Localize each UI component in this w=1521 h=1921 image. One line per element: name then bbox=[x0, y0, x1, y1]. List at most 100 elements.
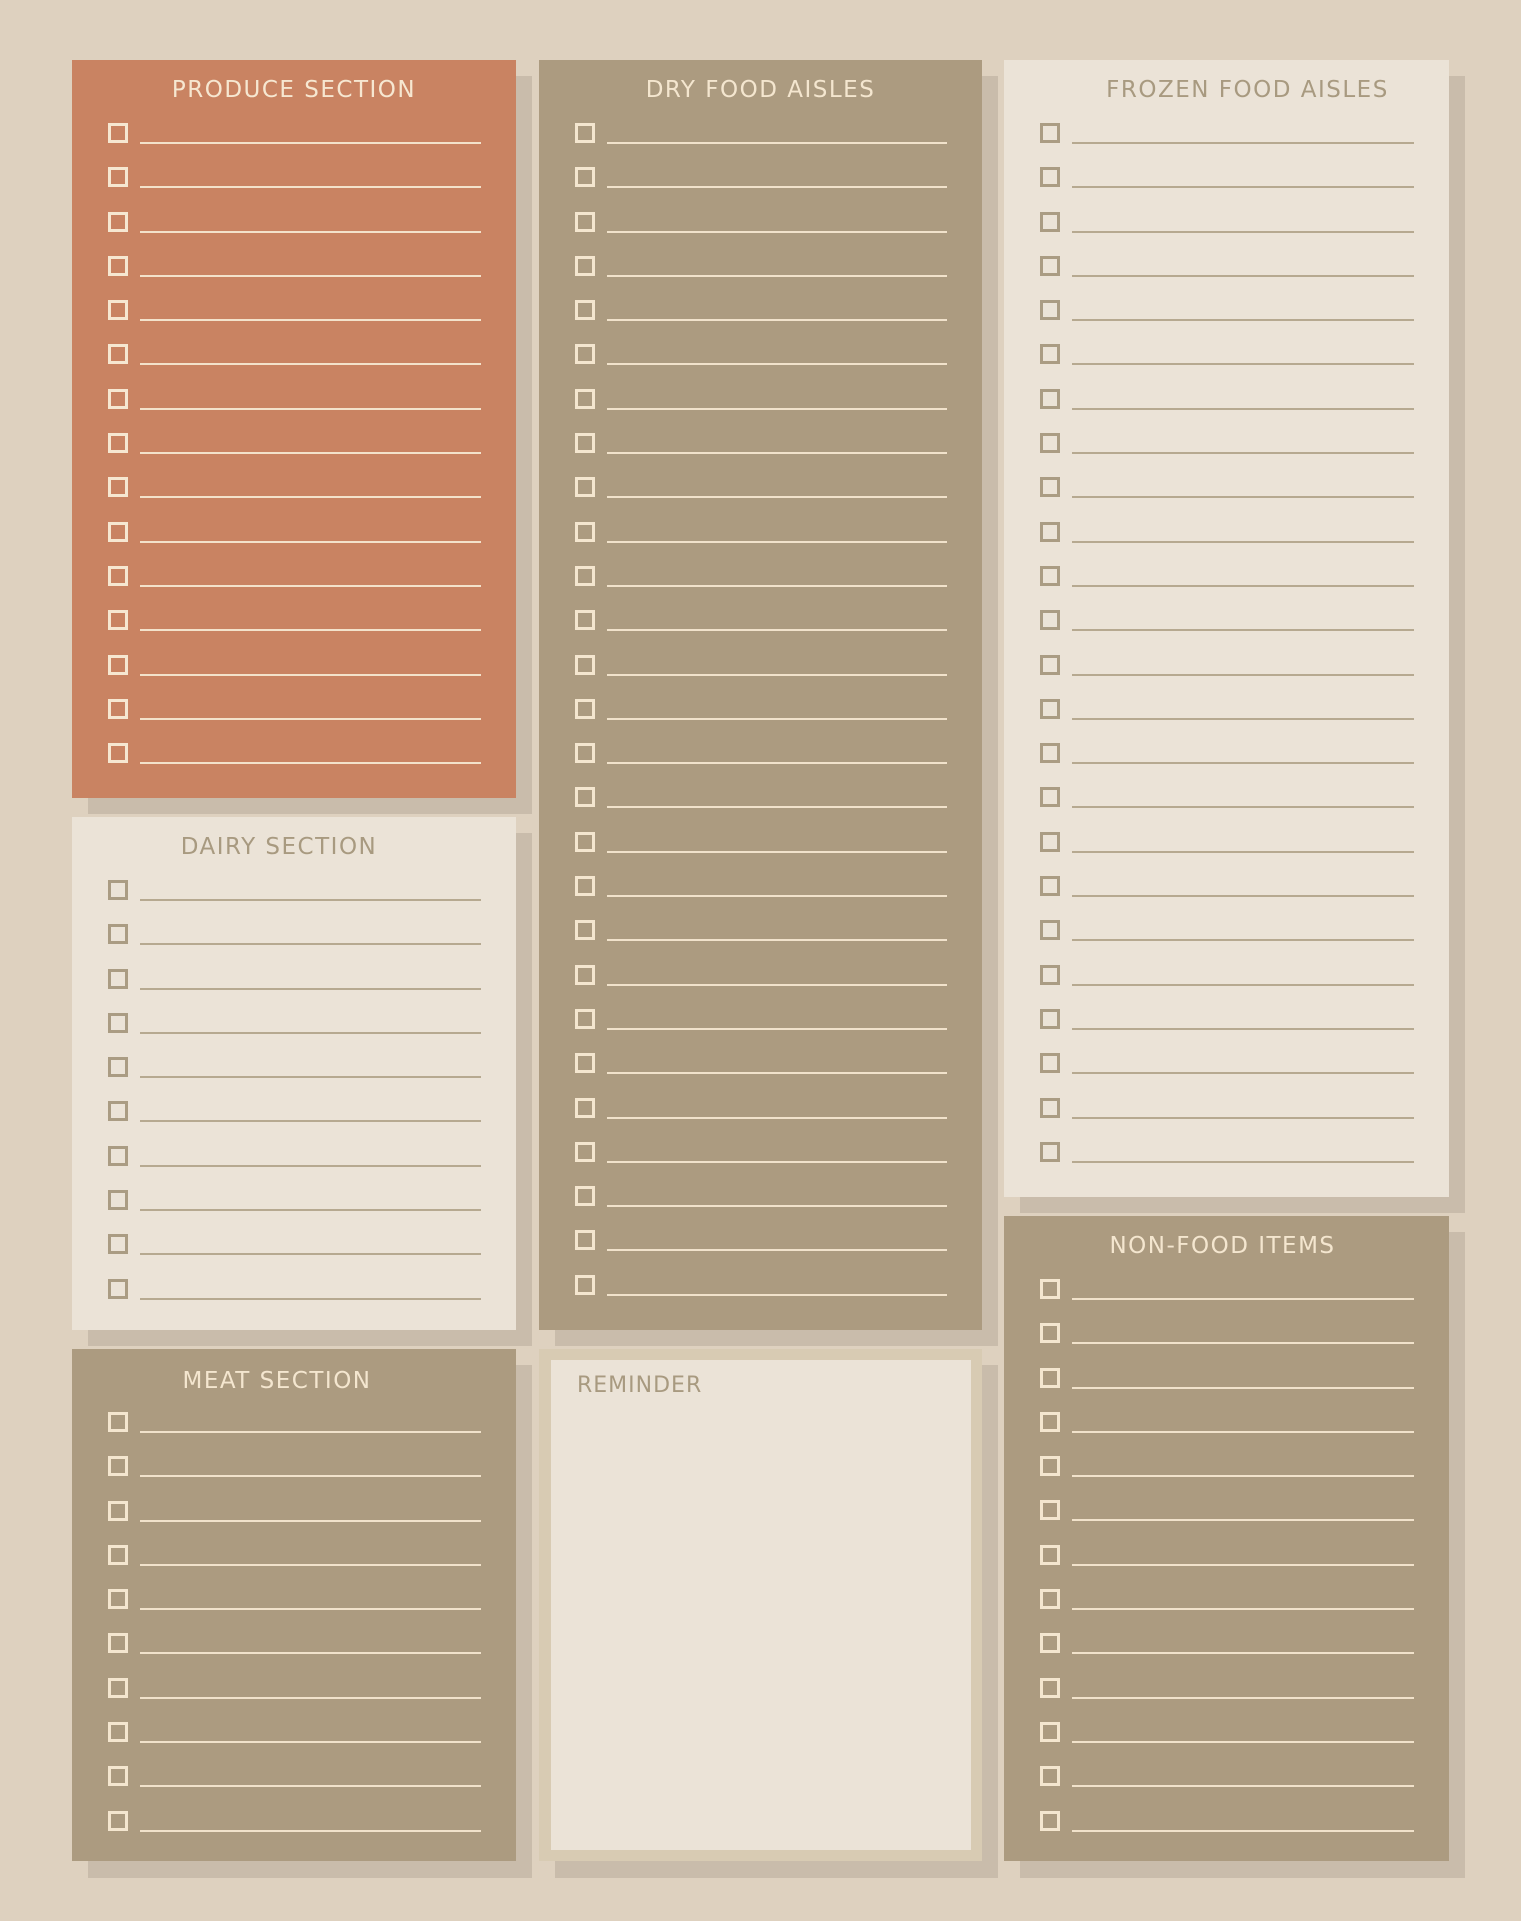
empty-checkbox-icon[interactable] bbox=[1040, 610, 1060, 631]
empty-checkbox-icon[interactable] bbox=[108, 388, 128, 409]
write-in-line[interactable] bbox=[140, 1120, 481, 1123]
write-in-line[interactable] bbox=[1072, 496, 1414, 499]
empty-checkbox-icon[interactable] bbox=[108, 880, 128, 900]
write-in-line[interactable] bbox=[1072, 895, 1414, 898]
write-in-line[interactable] bbox=[140, 899, 481, 901]
empty-checkbox-icon[interactable] bbox=[1040, 433, 1060, 454]
write-in-line[interactable] bbox=[1072, 407, 1414, 410]
empty-checkbox-icon[interactable] bbox=[108, 1057, 128, 1078]
write-in-line[interactable] bbox=[607, 717, 947, 720]
write-in-line[interactable] bbox=[1072, 1696, 1414, 1699]
write-in-line[interactable] bbox=[1072, 230, 1414, 233]
empty-checkbox-icon[interactable] bbox=[1040, 1766, 1060, 1787]
write-in-line[interactable] bbox=[607, 1205, 947, 1208]
write-in-line[interactable] bbox=[1072, 1563, 1414, 1566]
empty-checkbox-icon[interactable] bbox=[108, 1766, 128, 1787]
empty-checkbox-icon[interactable] bbox=[575, 167, 595, 188]
empty-checkbox-icon[interactable] bbox=[1040, 1279, 1060, 1299]
empty-checkbox-icon[interactable] bbox=[1040, 654, 1060, 675]
write-in-line[interactable] bbox=[1072, 762, 1414, 765]
write-in-line[interactable] bbox=[607, 1116, 947, 1119]
write-in-line[interactable] bbox=[1072, 1829, 1414, 1832]
write-in-line[interactable] bbox=[1072, 1608, 1414, 1611]
write-in-line[interactable] bbox=[140, 230, 481, 233]
write-in-line[interactable] bbox=[1072, 319, 1414, 322]
write-in-line[interactable] bbox=[1072, 673, 1414, 676]
write-in-line[interactable] bbox=[1072, 584, 1414, 587]
empty-checkbox-icon[interactable] bbox=[108, 654, 128, 675]
write-in-line[interactable] bbox=[140, 673, 481, 676]
write-in-line[interactable] bbox=[1072, 939, 1414, 942]
write-in-line[interactable] bbox=[607, 540, 947, 543]
write-in-line[interactable] bbox=[140, 1563, 481, 1566]
empty-checkbox-icon[interactable] bbox=[108, 433, 128, 454]
write-in-line[interactable] bbox=[607, 806, 947, 809]
empty-checkbox-icon[interactable] bbox=[575, 876, 595, 897]
write-in-line[interactable] bbox=[1072, 1027, 1414, 1030]
empty-checkbox-icon[interactable] bbox=[108, 1500, 128, 1521]
empty-checkbox-icon[interactable] bbox=[108, 521, 128, 542]
empty-checkbox-icon[interactable] bbox=[1040, 1589, 1060, 1610]
empty-checkbox-icon[interactable] bbox=[108, 1456, 128, 1477]
write-in-line[interactable] bbox=[140, 1431, 481, 1433]
empty-checkbox-icon[interactable] bbox=[108, 1589, 128, 1610]
empty-checkbox-icon[interactable] bbox=[108, 1544, 128, 1565]
empty-checkbox-icon[interactable] bbox=[575, 743, 595, 764]
empty-checkbox-icon[interactable] bbox=[575, 123, 595, 143]
empty-checkbox-icon[interactable] bbox=[1040, 787, 1060, 808]
empty-checkbox-icon[interactable] bbox=[575, 787, 595, 808]
write-in-line[interactable] bbox=[140, 1696, 481, 1699]
empty-checkbox-icon[interactable] bbox=[108, 924, 128, 945]
write-in-line[interactable] bbox=[1072, 274, 1414, 277]
write-in-line[interactable] bbox=[140, 319, 481, 322]
empty-checkbox-icon[interactable] bbox=[1040, 167, 1060, 188]
write-in-line[interactable] bbox=[607, 1072, 947, 1075]
write-in-line[interactable] bbox=[140, 1519, 481, 1522]
empty-checkbox-icon[interactable] bbox=[1040, 477, 1060, 498]
write-in-line[interactable] bbox=[140, 717, 481, 720]
empty-checkbox-icon[interactable] bbox=[1040, 388, 1060, 409]
write-in-line[interactable] bbox=[140, 496, 481, 499]
write-in-line[interactable] bbox=[607, 142, 947, 144]
empty-checkbox-icon[interactable] bbox=[1040, 1367, 1060, 1388]
empty-checkbox-icon[interactable] bbox=[575, 610, 595, 631]
empty-checkbox-icon[interactable] bbox=[575, 565, 595, 586]
write-in-line[interactable] bbox=[1072, 1072, 1414, 1075]
write-in-line[interactable] bbox=[1072, 850, 1414, 853]
empty-checkbox-icon[interactable] bbox=[1040, 1633, 1060, 1654]
write-in-line[interactable] bbox=[140, 1031, 481, 1034]
write-in-line[interactable] bbox=[1072, 717, 1414, 720]
empty-checkbox-icon[interactable] bbox=[108, 1633, 128, 1654]
empty-checkbox-icon[interactable] bbox=[575, 477, 595, 498]
write-in-line[interactable] bbox=[140, 943, 481, 946]
empty-checkbox-icon[interactable] bbox=[1040, 1323, 1060, 1344]
write-in-line[interactable] bbox=[1072, 1430, 1414, 1433]
write-in-line[interactable] bbox=[140, 1608, 481, 1611]
empty-checkbox-icon[interactable] bbox=[575, 211, 595, 232]
empty-checkbox-icon[interactable] bbox=[108, 968, 128, 989]
empty-checkbox-icon[interactable] bbox=[108, 1810, 128, 1831]
empty-checkbox-icon[interactable] bbox=[1040, 521, 1060, 542]
empty-checkbox-icon[interactable] bbox=[575, 920, 595, 941]
empty-checkbox-icon[interactable] bbox=[575, 831, 595, 852]
empty-checkbox-icon[interactable] bbox=[1040, 344, 1060, 365]
empty-checkbox-icon[interactable] bbox=[108, 167, 128, 188]
empty-checkbox-icon[interactable] bbox=[575, 654, 595, 675]
write-in-line[interactable] bbox=[140, 629, 481, 632]
write-in-line[interactable] bbox=[140, 1253, 481, 1256]
empty-checkbox-icon[interactable] bbox=[575, 964, 595, 985]
write-in-line[interactable] bbox=[1072, 1519, 1414, 1522]
empty-checkbox-icon[interactable] bbox=[575, 1141, 595, 1162]
write-in-line[interactable] bbox=[140, 1209, 481, 1212]
write-in-line[interactable] bbox=[140, 1076, 481, 1079]
write-in-line[interactable] bbox=[607, 762, 947, 765]
empty-checkbox-icon[interactable] bbox=[108, 1722, 128, 1743]
empty-checkbox-icon[interactable] bbox=[108, 610, 128, 631]
empty-checkbox-icon[interactable] bbox=[1040, 1411, 1060, 1432]
empty-checkbox-icon[interactable] bbox=[575, 1053, 595, 1074]
empty-checkbox-icon[interactable] bbox=[108, 344, 128, 365]
empty-checkbox-icon[interactable] bbox=[108, 743, 128, 764]
write-in-line[interactable] bbox=[140, 1829, 481, 1832]
empty-checkbox-icon[interactable] bbox=[108, 1412, 128, 1432]
write-in-line[interactable] bbox=[1072, 983, 1414, 986]
